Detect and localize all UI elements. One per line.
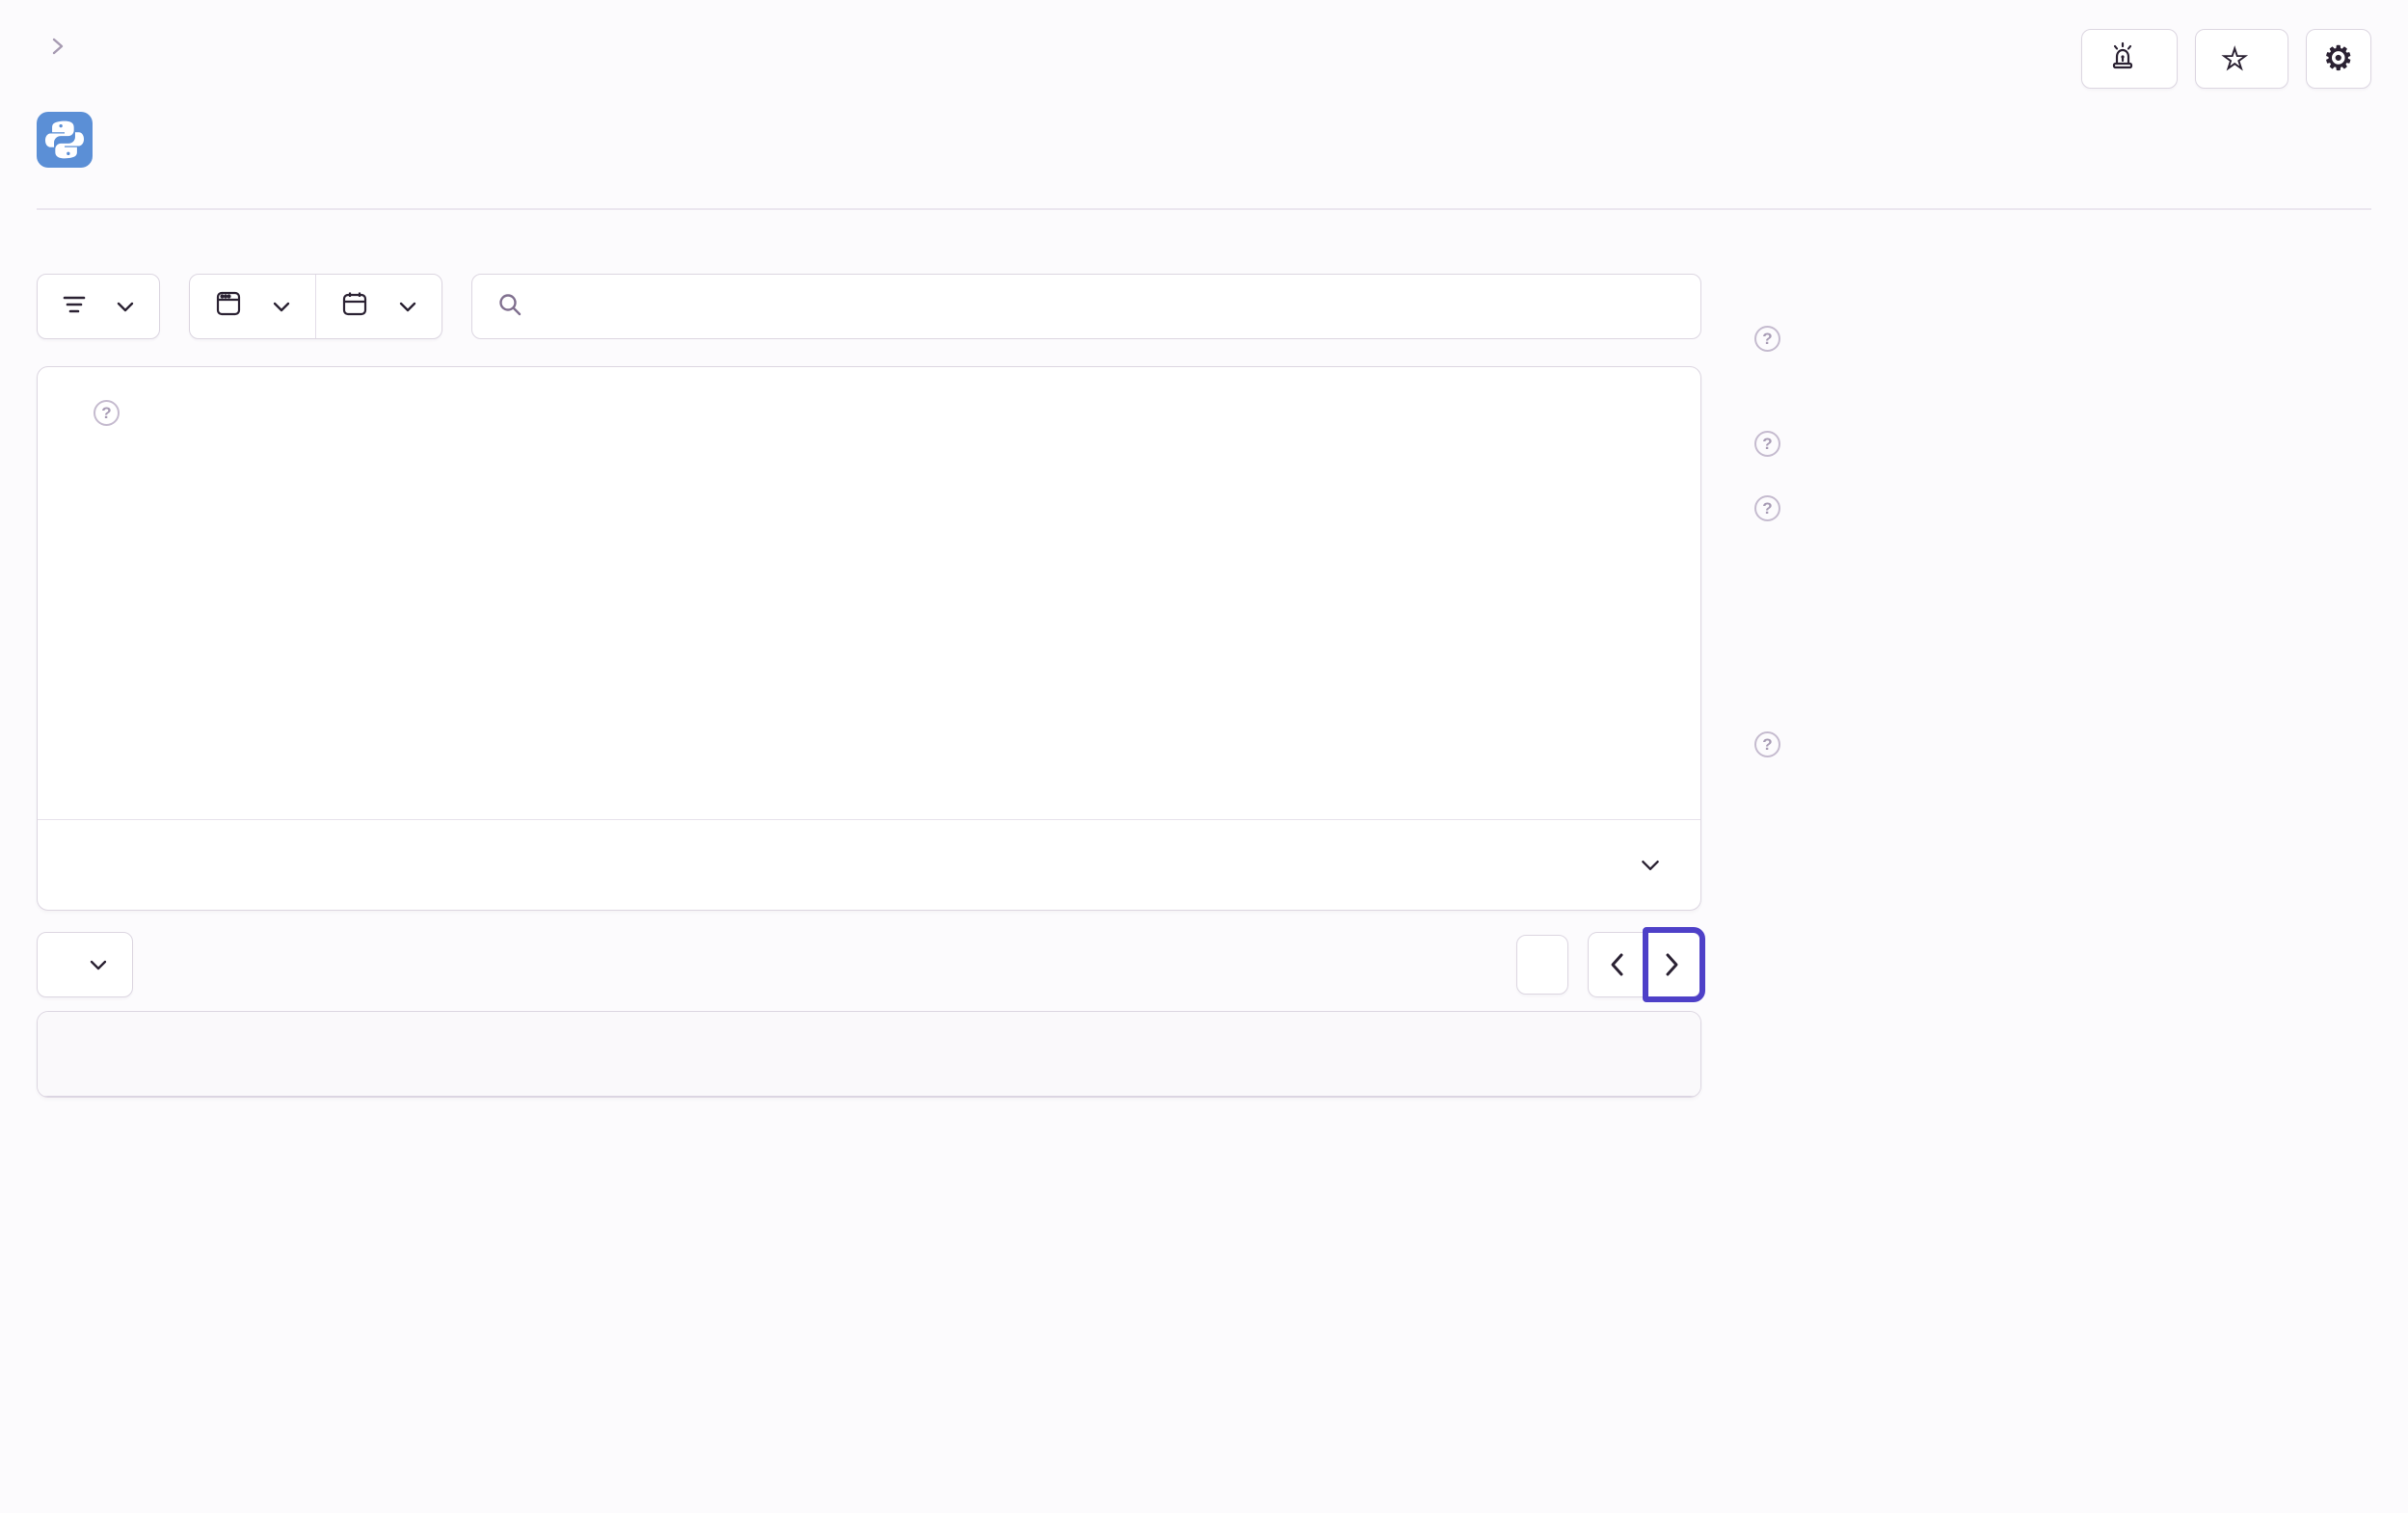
chevron-down-icon [399,302,416,311]
user-misery-section: ? [1741,326,2354,377]
help-icon[interactable]: ? [1754,326,1780,352]
duration-breakdown-card: ? [37,366,1701,911]
display-row [38,819,1700,910]
filter-row [37,274,1701,339]
date-range-selector[interactable] [316,275,441,338]
events-table [37,1011,1701,1098]
help-icon[interactable]: ? [94,400,120,426]
previous-page-button[interactable] [1589,933,1645,996]
events-toolbar [37,927,1705,1002]
help-icon[interactable]: ? [1754,731,1780,757]
sidebar: ? ? ? ? [1741,274,2354,1098]
chevron-right-icon [1666,953,1678,976]
pagination [1588,927,1705,1002]
title-row [37,112,2371,168]
create-alert-button[interactable] [2080,29,2178,89]
settings-button[interactable]: ⚙ [2305,29,2371,89]
calendar-icon [341,290,368,324]
search-input[interactable] [540,294,1675,319]
apdex-sparkline [1810,535,2346,697]
search-icon [497,292,522,322]
events-table-header [38,1012,1700,1097]
breadcrumb [37,35,79,58]
apdex-chart [1741,535,2354,699]
search-box[interactable] [471,274,1701,339]
chevron-down-icon [1642,860,1659,870]
next-page-button[interactable] [1643,927,1705,1002]
star-for-team-button[interactable]: ☆ [2194,29,2288,89]
failure-rate-section: ? [1741,731,2354,757]
chevron-left-icon [1611,953,1622,976]
main-column: ? [37,274,1705,1098]
chevron-down-icon [273,302,290,311]
events-filter-dropdown[interactable] [38,933,132,996]
chevron-right-icon [50,35,66,58]
star-icon: ☆ [2220,41,2249,76]
filter-button[interactable] [38,275,159,338]
environment-selector[interactable] [190,275,315,338]
window-icon [215,290,242,324]
python-platform-icon [37,112,93,168]
top-actions: ☆ ⚙ [2080,29,2371,89]
chevron-down-icon [117,302,134,311]
view-all-events-button[interactable] [1516,935,1568,995]
topbar: ☆ ⚙ [37,29,2371,89]
apdex-section: ? [1741,495,2354,699]
status-breakdown-section: ? [1741,431,2354,457]
transaction-summary-page: ☆ ⚙ ? ? ? ? ? [0,0,2408,1513]
siren-icon [2107,40,2138,78]
help-icon[interactable]: ? [1754,495,1780,521]
tab-bar [37,208,2371,210]
gear-icon: ⚙ [2323,40,2353,77]
chevron-down-icon [90,960,107,969]
filter-lines-icon [63,293,86,321]
help-icon[interactable]: ? [1754,431,1780,457]
duration-breakdown-chart[interactable] [155,475,1640,756]
